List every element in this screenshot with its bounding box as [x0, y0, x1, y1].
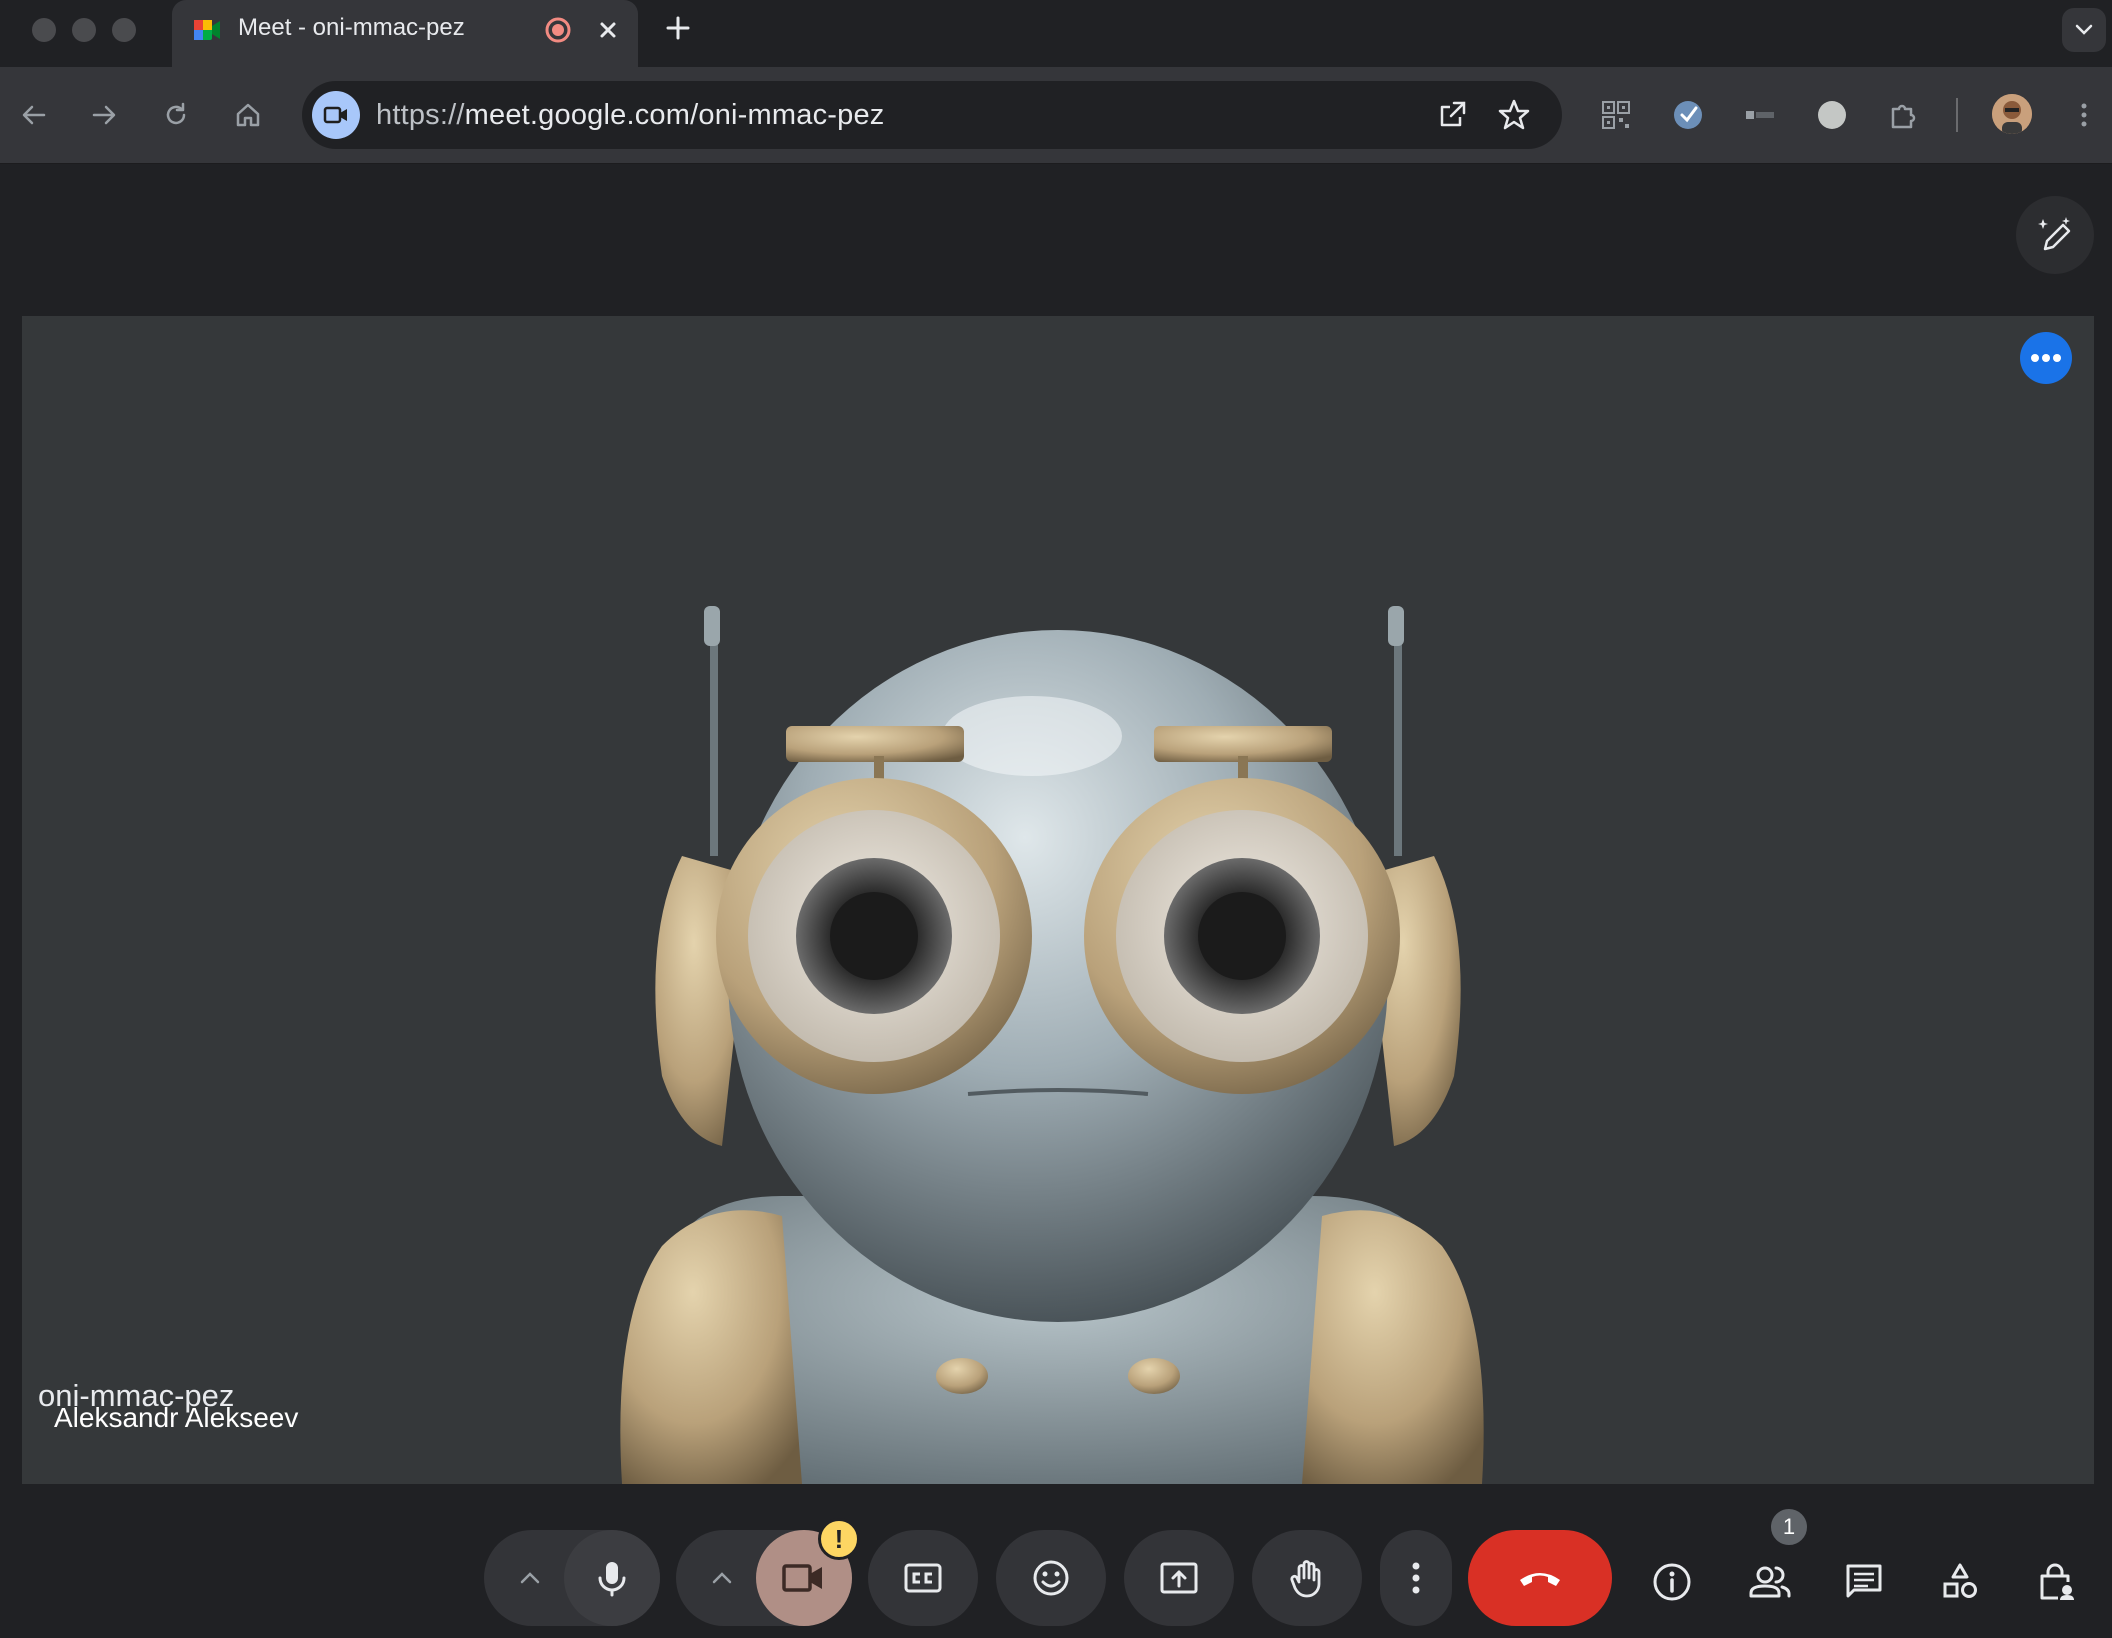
meet-page: Aleksandr Alekseev oni-mmac-pez ! 1 [0, 164, 2112, 1638]
participant-video-tile[interactable]: Aleksandr Alekseev [22, 316, 2094, 1484]
window-zoom-dot[interactable] [112, 18, 136, 42]
forward-button[interactable] [80, 91, 128, 139]
meeting-details-button[interactable] [1640, 1550, 1704, 1614]
record-icon [542, 14, 574, 46]
activities-icon [1943, 1563, 1977, 1598]
browser-tab-strip: Meet - oni-mmac-pez [0, 0, 2112, 67]
more-horiz-icon [2031, 354, 2061, 362]
url-text[interactable]: https://meet.google.com/oni-mmac-pez [376, 99, 884, 132]
microphone-button[interactable] [564, 1530, 660, 1626]
people-count: 1 [1782, 1514, 1796, 1539]
video-camera-icon [323, 106, 347, 124]
close-icon[interactable] [592, 14, 624, 46]
puzzle-extensions-icon[interactable] [1880, 91, 1928, 139]
present-screen-icon [1160, 1562, 1198, 1594]
host-controls-button[interactable] [2024, 1550, 2088, 1614]
more-options-button[interactable] [1380, 1530, 1452, 1626]
kebab-menu-icon[interactable] [2060, 91, 2108, 139]
meeting-code: oni-mmac-pez [38, 1378, 235, 1413]
profile-avatar[interactable] [1992, 94, 2032, 134]
reload-button[interactable] [152, 91, 200, 139]
reactions-button[interactable] [996, 1530, 1106, 1626]
chevron-up-icon [520, 1572, 540, 1584]
people-button[interactable] [1736, 1550, 1800, 1614]
present-button[interactable] [1124, 1530, 1234, 1626]
chat-button[interactable] [1832, 1550, 1896, 1614]
lock-person-icon [2040, 1563, 2074, 1600]
microphone-icon [598, 1562, 626, 1597]
google-meet-icon [192, 16, 222, 44]
magic-pen-icon [2038, 217, 2071, 251]
hand-icon [1290, 1560, 1321, 1598]
effects-button[interactable] [2016, 196, 2094, 274]
vta-extension-icon[interactable] [1736, 91, 1784, 139]
arrow-forward-icon [92, 105, 116, 125]
checkmark-extension-icon[interactable] [1664, 91, 1712, 139]
more-vert-icon [1412, 1562, 1420, 1594]
star-icon[interactable] [1494, 95, 1534, 135]
activities-button[interactable] [1928, 1550, 1992, 1614]
info-icon [1653, 1563, 1691, 1601]
home-button[interactable] [224, 91, 272, 139]
captions-button[interactable] [868, 1530, 978, 1626]
window-close-dot[interactable] [32, 18, 56, 42]
qr-code-extension-icon[interactable] [1592, 91, 1640, 139]
chat-icon [1846, 1564, 1882, 1598]
browser-toolbar: https://meet.google.com/oni-mmac-pez [0, 67, 2112, 164]
reload-icon [166, 102, 186, 125]
camera-warning-badge: ! [818, 1518, 860, 1560]
leave-call-button[interactable] [1468, 1530, 1612, 1626]
site-info-button[interactable] [312, 91, 360, 139]
circle-extension-icon[interactable] [1808, 91, 1856, 139]
url-scheme: https:// [376, 99, 465, 131]
browser-tab-meet[interactable]: Meet - oni-mmac-pez [172, 0, 638, 67]
home-icon [236, 103, 260, 127]
tile-more-options-button[interactable] [2020, 332, 2072, 384]
people-count-badge: 1 [1768, 1506, 1810, 1548]
back-button[interactable] [10, 91, 58, 139]
url-host-path: meet.google.com/oni-mmac-pez [464, 99, 885, 131]
raise-hand-button[interactable] [1252, 1530, 1362, 1626]
audio-options-button[interactable] [510, 1552, 550, 1604]
tab-title: Meet - oni-mmac-pez [238, 14, 465, 41]
camera-warning-text: ! [834, 1524, 844, 1554]
chevron-down-icon [2075, 24, 2093, 35]
video-options-button[interactable] [702, 1552, 742, 1604]
arrow-back-icon [22, 105, 46, 125]
window-minimize-dot[interactable] [72, 18, 96, 42]
toolbar-divider [1956, 98, 1958, 132]
address-bar[interactable]: https://meet.google.com/oni-mmac-pez [302, 81, 1562, 149]
call-end-icon [1520, 1573, 1560, 1586]
emoji-icon [1033, 1560, 1069, 1596]
plus-icon[interactable] [662, 12, 694, 44]
robot-avatar-image [620, 606, 1484, 1484]
people-icon [1749, 1566, 1791, 1598]
chevron-up-icon [712, 1572, 732, 1584]
tab-search-button[interactable] [2062, 8, 2106, 52]
open-external-icon[interactable] [1432, 95, 1472, 135]
closed-captions-icon [904, 1563, 942, 1593]
videocam-icon [782, 1564, 822, 1592]
